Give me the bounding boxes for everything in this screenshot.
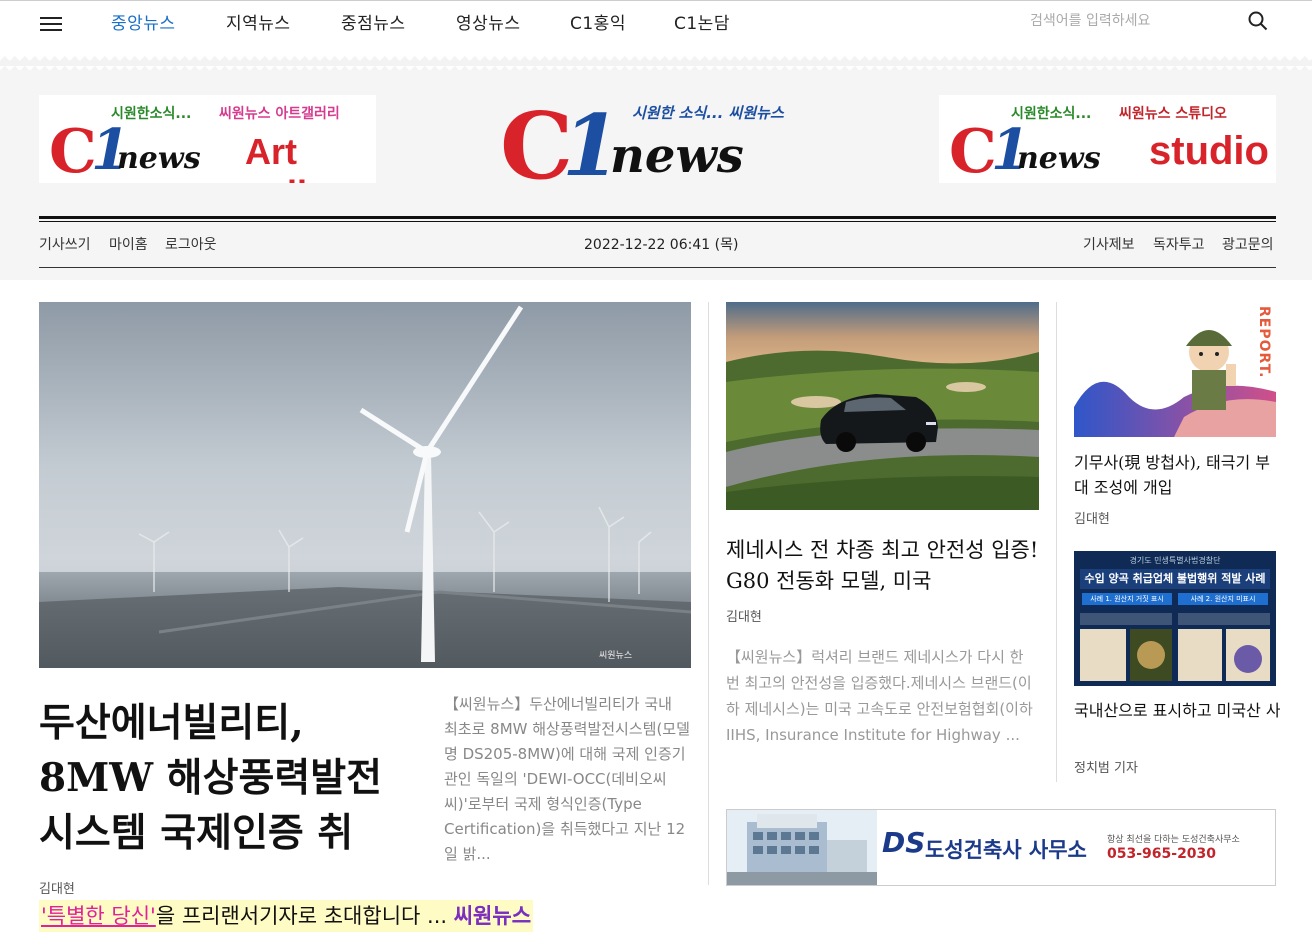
art-gallery-banner[interactable]: 시원한소식... 씨원뉴스 아트갤러리 C 1 news Art gallery — [39, 95, 376, 183]
headline-genesis[interactable]: 제네시스 전 차종 최고 안전성 입증! G80 전동화 모델, 미국 — [726, 535, 1046, 597]
column-divider — [708, 302, 709, 885]
ad-inquiry-link[interactable]: 광고문의 — [1222, 234, 1274, 254]
divider — [39, 221, 1276, 222]
write-article-link[interactable]: 기사쓰기 — [39, 234, 91, 254]
recruit-text: 을 프리랜서기자로 초대합니다 ... — [155, 904, 448, 928]
logout-link[interactable]: 로그아웃 — [165, 234, 217, 254]
freelance-recruit-banner[interactable]: '특별한 당신'을 프리랜서기자로 초대합니다 ... 씨원뉴스 — [39, 900, 534, 932]
infographic-header: 경기도 민생특별사법경찰단 — [1129, 556, 1221, 565]
headline-defense-security[interactable]: 기무사(現 방첩사), 태극기 부대 조성에 개입 — [1074, 450, 1280, 500]
story1-author: 김대현 — [1074, 512, 1110, 527]
logo-tagline: 시원한 소식... 씨원뉴스 — [632, 104, 784, 122]
police-infographic[interactable]: 경기도 민생특별사법경찰단 수입 양곡 취급업체 불법행위 적발 사례 사례 1… — [1074, 551, 1276, 686]
photo-watermark: 씨원뉴스 — [599, 650, 632, 661]
search-icon[interactable] — [1248, 11, 1268, 31]
headline-rice-origin[interactable]: 국내산으로 표시하고 미국산 사용, 유통기한 1년 지난 — [1074, 698, 1280, 723]
my-home-link[interactable]: 마이홈 — [109, 234, 148, 254]
architect-ad-banner[interactable]: DS 도성건축사 사무소 항상 최선을 다하는 도성건축사무소 053-965-… — [726, 809, 1276, 886]
ad-phone: 053-965-2030 — [1107, 846, 1217, 862]
reader-contribution-link[interactable]: 독자투고 — [1153, 234, 1205, 254]
divider — [39, 267, 1276, 268]
news-wordmark: news — [1017, 141, 1101, 176]
main-story-summary[interactable]: 【씨원뉴스】두산에너빌리티가 국내 최초로 8MW 해상풍력발전시스템(모델명 … — [444, 692, 690, 867]
wind-turbine-photo[interactable]: 씨원뉴스 — [39, 302, 691, 668]
news-wordmark: news — [117, 141, 201, 176]
nav-item-c1-nondam[interactable]: C1논담 — [674, 9, 730, 34]
nav-item-focus-news[interactable]: 중점뉴스 — [341, 9, 406, 34]
ad-company-name: 도성건축사 사무소 — [925, 838, 1087, 862]
recruit-brand: 씨원뉴스 — [453, 904, 532, 928]
headline-main[interactable]: 두산에너빌리티, 8MW 해상풍력발전 시스템 국제인증 취 — [39, 696, 419, 861]
news-wordmark: news — [610, 128, 744, 184]
genesis-story-author: 김대현 — [726, 610, 762, 625]
case-label: 사례 1. 원산지 거짓 표시 — [1082, 593, 1172, 605]
c1-logo-c: C — [49, 117, 97, 183]
nav-item-video-news[interactable]: 영상뉴스 — [456, 9, 521, 34]
case-label: 사례 2. 원산지 미표시 — [1178, 593, 1268, 605]
studio-wordmark: studio — [1149, 129, 1269, 173]
ds-logo: DS — [882, 826, 926, 859]
genesis-story-summary[interactable]: 【씨원뉴스】럭셔리 브랜드 제네시스가 다시 한 번 최고의 안전성을 입증했다… — [726, 644, 1040, 748]
c1-logo-c: C — [949, 117, 997, 183]
search-input[interactable] — [1030, 7, 1230, 35]
studio-banner[interactable]: 시원한소식... 씨원뉴스 스튜디오 C 1 news studio — [939, 95, 1276, 183]
banner-tagline: 씨원뉴스 아트갤러리 — [219, 106, 340, 122]
report-label: REPORT. — [1256, 306, 1272, 379]
divider — [39, 216, 1276, 219]
story2-author: 정치범 기자 — [1074, 761, 1138, 776]
ad-slogan: 항상 최선을 다하는 도성건축사무소 — [1107, 835, 1240, 845]
nav-item-c1-hongik[interactable]: C1홍익 — [570, 9, 626, 34]
news-tip-link[interactable]: 기사제보 — [1083, 234, 1135, 254]
infographic-title: 수입 양곡 취급업체 불법행위 적발 사례 — [1080, 569, 1270, 589]
top-navigation: 중앙뉴스 지역뉴스 중점뉴스 영상뉴스 C1홍익 C1논담 — [0, 0, 1312, 56]
site-logo[interactable]: 시원한 소식... 씨원뉴스 C 1 news — [500, 92, 812, 200]
art-gallery-wordmark: Art gallery — [245, 131, 361, 183]
banner-tagline: 씨원뉴스 스튜디오 — [1119, 106, 1227, 122]
decorative-band — [0, 56, 1312, 70]
current-date: 2022-12-22 06:41 (목) — [584, 237, 739, 253]
column-divider — [1056, 302, 1057, 782]
menu-icon[interactable] — [40, 13, 64, 33]
recruit-highlight: '특별한 당신' — [41, 904, 156, 928]
genesis-car-photo[interactable] — [726, 302, 1039, 510]
report-illustration[interactable]: REPORT. — [1074, 302, 1276, 437]
nav-item-central-news[interactable]: 중앙뉴스 — [111, 9, 176, 34]
nav-item-local-news[interactable]: 지역뉴스 — [226, 9, 291, 34]
main-story-author: 김대현 — [39, 882, 75, 897]
